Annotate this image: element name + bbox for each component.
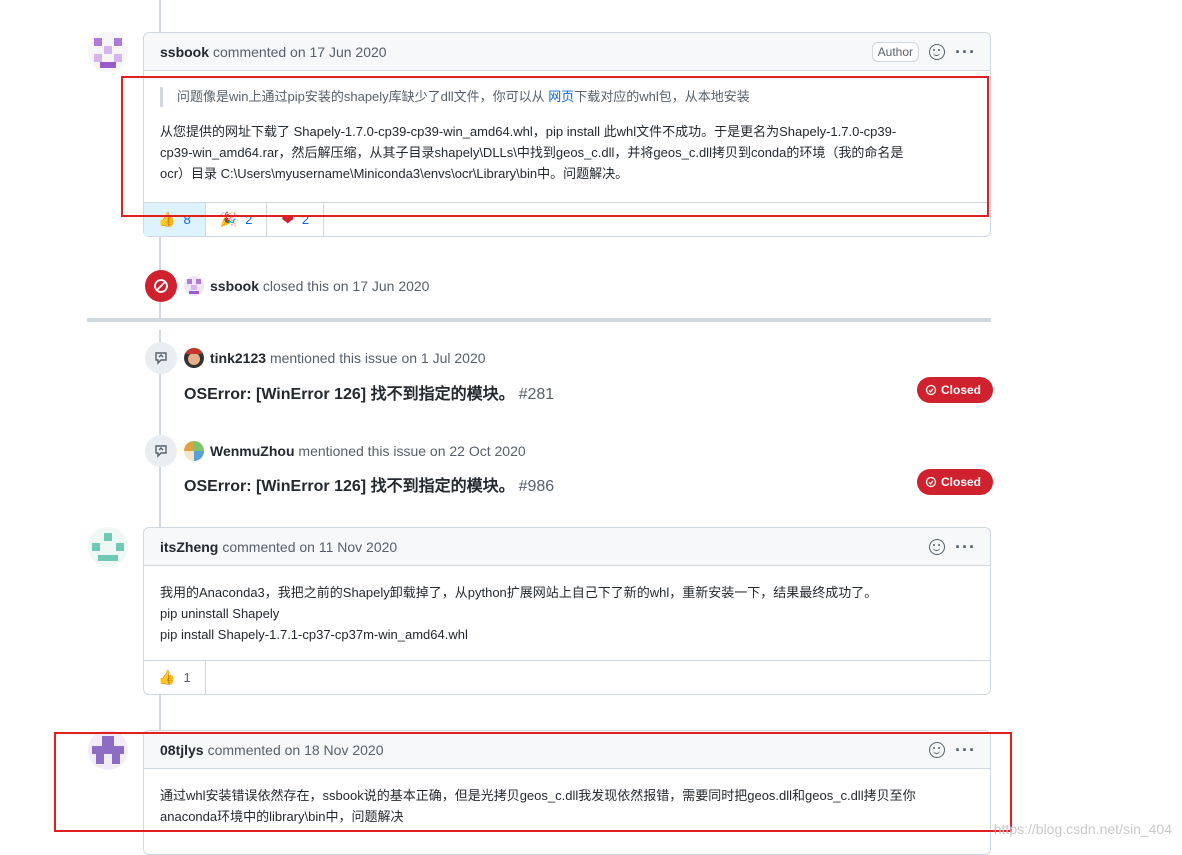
author-badge: Author [871,42,920,62]
thumbs-up-icon: 👍 [158,669,176,685]
reaction-count: 1 [183,670,191,685]
add-reaction-icon[interactable] [929,44,946,60]
event-actor[interactable]: tink2123 [210,350,266,366]
closed-event-icon [145,270,177,302]
comment-header: ssbook commented on 17 Jun 2020 Author ·… [144,33,990,71]
comment-line: 我用的Anaconda3，我把之前的Shapely卸载掉了，从python扩展网… [160,585,878,600]
avatar-ssbook[interactable] [88,32,128,72]
comment-line: pip uninstall Shapely [160,606,280,621]
event-actor[interactable]: ssbook [210,278,259,294]
closed-event: ssbook closed this on 17 Jun 2020 [184,276,429,296]
avatar-ssbook-small[interactable] [184,276,204,296]
avatar-itszheng[interactable] [88,527,128,567]
more-options-icon[interactable]: ··· [955,43,976,61]
event-description: closed this on 17 Jun 2020 [262,278,430,294]
event-description: mentioned this issue on 1 Jul 2020 [269,350,486,366]
issue-number[interactable]: #986 [519,478,555,495]
comment-header: itsZheng commented on 11 Nov 2020 ··· [144,528,990,566]
highlight-box [121,76,989,217]
issue-state-label: Closed [941,383,982,397]
issue-state-badge: Closed [917,377,994,403]
comment-author[interactable]: itsZheng [160,539,218,555]
cross-reference-icon [145,342,177,374]
comment-timestamp[interactable]: commented on 11 Nov 2020 [222,539,397,555]
event-description: mentioned this issue on 22 Oct 2020 [298,443,526,459]
comment-author[interactable]: ssbook [160,44,209,60]
comment-line: pip install Shapely-1.7.1-cp37-cp37m-win… [160,627,468,642]
cross-reference-icon [145,435,177,467]
referenced-issue-link[interactable]: OSError: [WinError 126] 找不到指定的模块。 #986 [184,472,554,496]
comment-itszheng: itsZheng commented on 11 Nov 2020 ··· 我用… [143,527,991,695]
issue-state-badge: Closed [917,469,994,495]
avatar-tink2123[interactable] [184,348,204,368]
timeline-line [159,695,161,730]
reaction-thumbs-up[interactable]: 👍 1 [144,661,206,694]
issue-title[interactable]: OSError: [WinError 126] 找不到指定的模块。 [184,478,515,495]
issue-number[interactable]: #281 [519,386,555,403]
event-actor[interactable]: WenmuZhou [210,443,295,459]
highlight-box [54,732,1012,832]
avatar-wenmuzhou[interactable] [184,441,204,461]
comment-timestamp[interactable]: commented on 17 Jun 2020 [213,44,387,60]
timeline-divider [87,318,991,322]
referenced-issue-link[interactable]: OSError: [WinError 126] 找不到指定的模块。 #281 [184,380,554,404]
issue-title[interactable]: OSError: [WinError 126] 找不到指定的模块。 [184,386,515,403]
issue-state-label: Closed [941,475,982,489]
mention-event: tink2123 mentioned this issue on 1 Jul 2… [184,348,486,368]
mention-event: WenmuZhou mentioned this issue on 22 Oct… [184,441,526,461]
timeline-line [159,0,161,32]
more-options-icon[interactable]: ··· [955,538,976,556]
reactions-bar: 👍 1 [144,660,990,694]
watermark: https://blog.csdn.net/sin_404 [993,821,1172,837]
comment-body: 我用的Anaconda3，我把之前的Shapely卸载掉了，从python扩展网… [144,566,990,645]
add-reaction-icon[interactable] [929,539,946,555]
